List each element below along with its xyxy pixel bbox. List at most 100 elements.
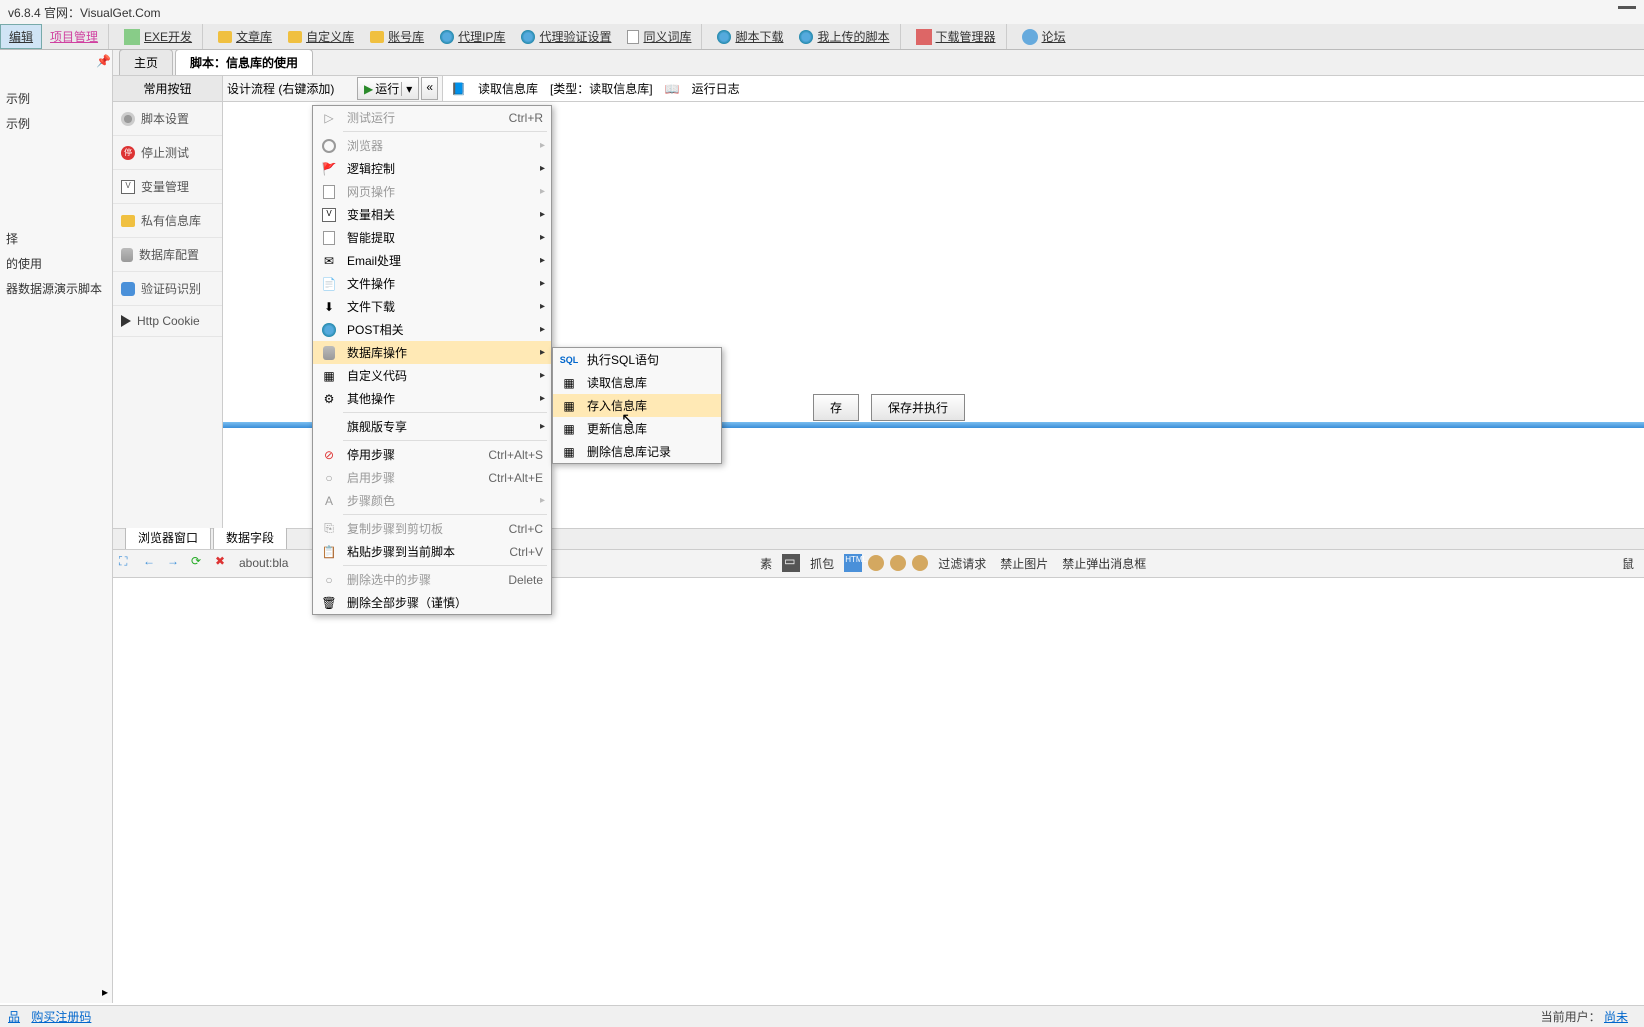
status-link-buy[interactable]: 购买注册码 (31, 1010, 91, 1024)
chevron-right-icon: ▸ (540, 255, 545, 266)
scroll-right-icon[interactable]: ▸ (102, 985, 108, 999)
tb-forum[interactable]: 论坛 (1014, 25, 1074, 48)
dropdown-icon[interactable]: ▾ (401, 82, 412, 96)
chevron-right-icon: ▸ (540, 393, 545, 404)
submenu-exec-sql[interactable]: SQL执行SQL语句 (553, 348, 721, 371)
http-cookie-button[interactable]: Http Cookie (113, 306, 222, 337)
submenu-save-info[interactable]: ▦存入信息库 (553, 394, 721, 417)
stop-icon[interactable]: ✖ (215, 554, 233, 572)
minimize-button[interactable] (1618, 6, 1636, 9)
menu-other[interactable]: ⚙其他操作▸ (313, 387, 551, 410)
play-icon (121, 315, 131, 327)
save-button[interactable]: 存 (813, 394, 859, 421)
chat-icon (1022, 29, 1038, 45)
menu-logic[interactable]: 🚩逻辑控制▸ (313, 157, 551, 180)
submenu-update-info[interactable]: ▦更新信息库 (553, 417, 721, 440)
status-link-product[interactable]: 品 (8, 1010, 20, 1024)
chevron-right-icon: ▸ (540, 421, 545, 432)
forward-icon[interactable]: → (167, 554, 185, 572)
block-img-button[interactable]: 禁止图片 (996, 555, 1052, 572)
menu-copy-steps[interactable]: ⎘复制步骤到剪切板Ctrl+C (313, 517, 551, 540)
menu-smart-extract[interactable]: 智能提取▸ (313, 226, 551, 249)
menu-post[interactable]: POST相关▸ (313, 318, 551, 341)
menu-file-dl[interactable]: ⬇文件下载▸ (313, 295, 551, 318)
script-settings-button[interactable]: 脚本设置 (113, 102, 222, 136)
side-buttons: 脚本设置 停停止测试 V变量管理 私有信息库 数据库配置 验证码识别 Http … (113, 102, 223, 528)
tb-article[interactable]: 文章库 (210, 25, 280, 48)
window-title: v6.8.4 官网：VisualGet.Com (8, 4, 161, 21)
back-icon[interactable]: ← (143, 554, 161, 572)
tree-item[interactable]: 示例 (6, 86, 110, 111)
menu-enable-step[interactable]: ○启用步骤Ctrl+Alt+E (313, 466, 551, 489)
run-button[interactable]: ▶运行▾ (357, 77, 419, 100)
menu-custom-code[interactable]: ▦自定义代码▸ (313, 364, 551, 387)
chevron-right-icon: ▸ (540, 209, 545, 220)
menu-flagship[interactable]: 旗舰版专享▸ (313, 415, 551, 438)
stop-test-button[interactable]: 停停止测试 (113, 136, 222, 170)
menu-browser[interactable]: 浏览器▸ (313, 134, 551, 157)
flag-icon: 🚩 (317, 162, 341, 176)
user-status-link[interactable]: 尚未 (1604, 1010, 1628, 1024)
menu-disable-step[interactable]: ⊘停用步骤Ctrl+Alt+S (313, 443, 551, 466)
cookie-icon[interactable] (912, 555, 928, 571)
tab-main[interactable]: 主页 (119, 49, 173, 75)
submenu-delete-rec[interactable]: ▦删除信息库记录 (553, 440, 721, 463)
menu-webpage[interactable]: 网页操作▸ (313, 180, 551, 203)
workspace: 📌 示例 示例 择 的使用 器数据源演示脚本 ▸ 主页 脚本：信息库的使用 常用… (0, 50, 1644, 1003)
tb-script-dl[interactable]: 脚本下载 (709, 25, 791, 48)
collapse-button[interactable]: « (421, 77, 438, 100)
script-tree: 示例 示例 择 的使用 器数据源演示脚本 (0, 50, 112, 307)
chevron-right-icon: ▸ (540, 324, 545, 335)
tb-synonym[interactable]: 同义词库 (619, 25, 699, 48)
copy-icon: ⎘ (317, 521, 341, 536)
tb-dl-mgr[interactable]: 下载管理器 (908, 25, 1004, 48)
menu-step-color[interactable]: A步骤颜色▸ (313, 489, 551, 512)
tab-data-field[interactable]: 数据字段 (213, 525, 287, 549)
context-menu: ▷测试运行Ctrl+R 浏览器▸ 🚩逻辑控制▸ 网页操作▸ V变量相关▸ 智能提… (312, 105, 552, 615)
menu-file-op[interactable]: 📄文件操作▸ (313, 272, 551, 295)
stop-icon: 停 (121, 146, 135, 160)
download-icon (717, 30, 731, 44)
tb-custom[interactable]: 自定义库 (280, 25, 362, 48)
menu-test-run[interactable]: ▷测试运行Ctrl+R (313, 106, 551, 129)
cookie-icon[interactable] (890, 555, 906, 571)
tree-item[interactable]: 示例 (6, 111, 110, 136)
tab-script[interactable]: 脚本：信息库的使用 (175, 49, 313, 75)
address-text[interactable]: about:bla (239, 556, 288, 570)
submenu-read-info[interactable]: ▦读取信息库 (553, 371, 721, 394)
tree-item[interactable]: 器数据源演示脚本 (6, 276, 110, 301)
menu-paste-steps[interactable]: 📋粘贴步骤到当前脚本Ctrl+V (313, 540, 551, 563)
filter-button[interactable]: 过滤请求 (934, 555, 990, 572)
block-popup-button[interactable]: 禁止弹出消息框 (1058, 555, 1150, 572)
monitor-icon[interactable]: ▭ (782, 554, 800, 572)
save-run-button[interactable]: 保存并执行 (871, 394, 965, 421)
browser-content[interactable] (113, 578, 1644, 1004)
tb-account[interactable]: 账号库 (362, 25, 432, 48)
tb-my-upload[interactable]: 我上传的脚本 (791, 25, 897, 48)
private-info-button[interactable]: 私有信息库 (113, 204, 222, 238)
expand-icon[interactable]: ⛶ (119, 554, 137, 572)
run-log-label[interactable]: 运行日志 (692, 80, 740, 97)
tb-edit[interactable]: 编辑 (0, 24, 42, 49)
db-config-button[interactable]: 数据库配置 (113, 238, 222, 272)
tb-exe[interactable]: EXE开发 (116, 25, 200, 48)
cookie-icon[interactable] (868, 555, 884, 571)
captcha-button[interactable]: 验证码识别 (113, 272, 222, 306)
var-mgmt-button[interactable]: V变量管理 (113, 170, 222, 204)
refresh-icon[interactable]: ⟳ (191, 554, 209, 572)
tree-item[interactable]: 择 (6, 226, 110, 251)
pin-icon[interactable]: 📌 (96, 54, 108, 66)
html-icon[interactable]: HTML (844, 554, 862, 572)
tab-browser-window[interactable]: 浏览器窗口 (125, 525, 211, 549)
element-button[interactable]: 素 (756, 555, 776, 572)
tb-proxy[interactable]: 代理IP库 (432, 25, 513, 48)
menu-delete-sel[interactable]: ○删除选中的步骤Delete (313, 568, 551, 591)
tb-proxy-verify[interactable]: 代理验证设置 (513, 25, 619, 48)
menu-email[interactable]: ✉Email处理▸ (313, 249, 551, 272)
tb-project[interactable]: 项目管理 (42, 25, 106, 48)
menu-db-op[interactable]: 数据库操作▸ (313, 341, 551, 364)
capture-button[interactable]: 抓包 (806, 555, 838, 572)
menu-variable[interactable]: V变量相关▸ (313, 203, 551, 226)
tree-item[interactable]: 的使用 (6, 251, 110, 276)
menu-delete-all[interactable]: 🗑删除全部步骤（谨慎） (313, 591, 551, 614)
